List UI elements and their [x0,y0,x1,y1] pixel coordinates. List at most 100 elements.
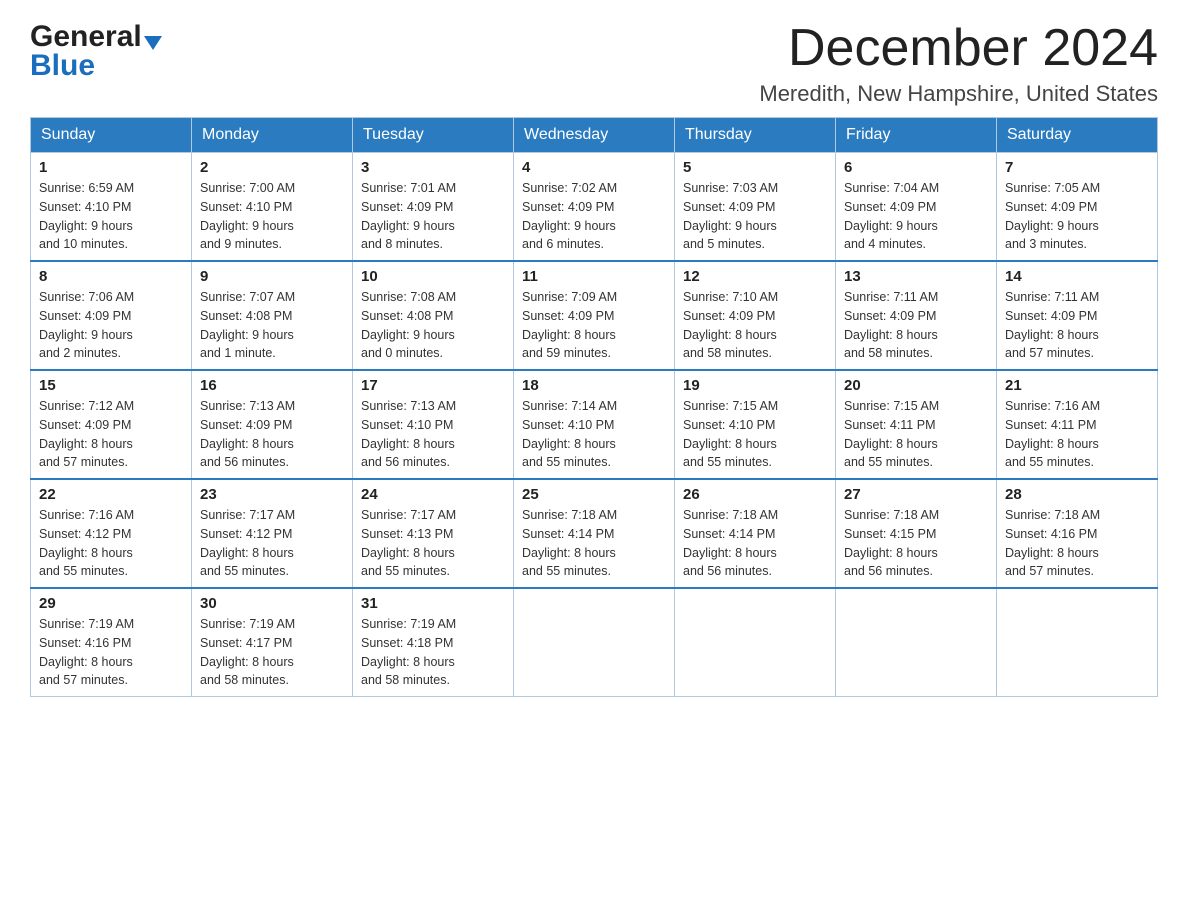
day-info: Sunrise: 7:17 AMSunset: 4:12 PMDaylight:… [200,506,344,581]
col-sunday: Sunday [31,118,192,153]
table-row: 4 Sunrise: 7:02 AMSunset: 4:09 PMDayligh… [514,153,675,262]
table-row: 3 Sunrise: 7:01 AMSunset: 4:09 PMDayligh… [353,153,514,262]
day-number: 18 [522,377,666,394]
table-row: 22 Sunrise: 7:16 AMSunset: 4:12 PMDaylig… [31,479,192,588]
table-row: 26 Sunrise: 7:18 AMSunset: 4:14 PMDaylig… [675,479,836,588]
day-number: 15 [39,377,183,394]
day-number: 24 [361,486,505,503]
calendar-week-row: 15 Sunrise: 7:12 AMSunset: 4:09 PMDaylig… [31,370,1158,479]
day-number: 29 [39,595,183,612]
day-number: 11 [522,268,666,285]
day-info: Sunrise: 7:16 AMSunset: 4:11 PMDaylight:… [1005,397,1149,472]
col-monday: Monday [192,118,353,153]
day-info: Sunrise: 7:11 AMSunset: 4:09 PMDaylight:… [1005,288,1149,363]
day-info: Sunrise: 7:18 AMSunset: 4:14 PMDaylight:… [683,506,827,581]
day-info: Sunrise: 7:15 AMSunset: 4:11 PMDaylight:… [844,397,988,472]
col-thursday: Thursday [675,118,836,153]
page-header: General Blue December 2024 Meredith, New… [30,20,1158,107]
day-info: Sunrise: 7:06 AMSunset: 4:09 PMDaylight:… [39,288,183,363]
table-row [997,588,1158,697]
day-number: 16 [200,377,344,394]
table-row: 30 Sunrise: 7:19 AMSunset: 4:17 PMDaylig… [192,588,353,697]
day-info: Sunrise: 7:19 AMSunset: 4:17 PMDaylight:… [200,615,344,690]
table-row [836,588,997,697]
day-number: 10 [361,268,505,285]
day-number: 4 [522,159,666,176]
table-row: 10 Sunrise: 7:08 AMSunset: 4:08 PMDaylig… [353,261,514,370]
month-title: December 2024 [759,20,1158,77]
table-row: 20 Sunrise: 7:15 AMSunset: 4:11 PMDaylig… [836,370,997,479]
logo: General Blue [30,20,164,82]
day-number: 2 [200,159,344,176]
day-number: 30 [200,595,344,612]
table-row: 19 Sunrise: 7:15 AMSunset: 4:10 PMDaylig… [675,370,836,479]
day-number: 9 [200,268,344,285]
day-number: 19 [683,377,827,394]
table-row: 11 Sunrise: 7:09 AMSunset: 4:09 PMDaylig… [514,261,675,370]
day-info: Sunrise: 7:00 AMSunset: 4:10 PMDaylight:… [200,179,344,254]
calendar-table: Sunday Monday Tuesday Wednesday Thursday… [30,117,1158,697]
table-row: 23 Sunrise: 7:17 AMSunset: 4:12 PMDaylig… [192,479,353,588]
day-info: Sunrise: 7:04 AMSunset: 4:09 PMDaylight:… [844,179,988,254]
day-number: 25 [522,486,666,503]
day-number: 23 [200,486,344,503]
table-row: 14 Sunrise: 7:11 AMSunset: 4:09 PMDaylig… [997,261,1158,370]
calendar-week-row: 29 Sunrise: 7:19 AMSunset: 4:16 PMDaylig… [31,588,1158,697]
table-row: 15 Sunrise: 7:12 AMSunset: 4:09 PMDaylig… [31,370,192,479]
table-row: 9 Sunrise: 7:07 AMSunset: 4:08 PMDayligh… [192,261,353,370]
day-number: 14 [1005,268,1149,285]
table-row: 28 Sunrise: 7:18 AMSunset: 4:16 PMDaylig… [997,479,1158,588]
day-number: 1 [39,159,183,176]
table-row: 2 Sunrise: 7:00 AMSunset: 4:10 PMDayligh… [192,153,353,262]
table-row: 17 Sunrise: 7:13 AMSunset: 4:10 PMDaylig… [353,370,514,479]
logo-triangle-icon [144,36,162,50]
col-tuesday: Tuesday [353,118,514,153]
day-info: Sunrise: 7:01 AMSunset: 4:09 PMDaylight:… [361,179,505,254]
day-info: Sunrise: 7:15 AMSunset: 4:10 PMDaylight:… [683,397,827,472]
calendar-week-row: 8 Sunrise: 7:06 AMSunset: 4:09 PMDayligh… [31,261,1158,370]
day-info: Sunrise: 7:12 AMSunset: 4:09 PMDaylight:… [39,397,183,472]
table-row: 18 Sunrise: 7:14 AMSunset: 4:10 PMDaylig… [514,370,675,479]
table-row: 6 Sunrise: 7:04 AMSunset: 4:09 PMDayligh… [836,153,997,262]
calendar-header-row: Sunday Monday Tuesday Wednesday Thursday… [31,118,1158,153]
day-info: Sunrise: 7:18 AMSunset: 4:16 PMDaylight:… [1005,506,1149,581]
day-info: Sunrise: 7:13 AMSunset: 4:09 PMDaylight:… [200,397,344,472]
day-number: 21 [1005,377,1149,394]
location-title: Meredith, New Hampshire, United States [759,81,1158,107]
day-number: 26 [683,486,827,503]
calendar-week-row: 1 Sunrise: 6:59 AMSunset: 4:10 PMDayligh… [31,153,1158,262]
day-info: Sunrise: 7:09 AMSunset: 4:09 PMDaylight:… [522,288,666,363]
day-info: Sunrise: 7:14 AMSunset: 4:10 PMDaylight:… [522,397,666,472]
day-info: Sunrise: 7:17 AMSunset: 4:13 PMDaylight:… [361,506,505,581]
day-number: 20 [844,377,988,394]
title-block: December 2024 Meredith, New Hampshire, U… [759,20,1158,107]
day-info: Sunrise: 7:07 AMSunset: 4:08 PMDaylight:… [200,288,344,363]
day-number: 6 [844,159,988,176]
table-row: 21 Sunrise: 7:16 AMSunset: 4:11 PMDaylig… [997,370,1158,479]
day-info: Sunrise: 7:19 AMSunset: 4:18 PMDaylight:… [361,615,505,690]
table-row: 13 Sunrise: 7:11 AMSunset: 4:09 PMDaylig… [836,261,997,370]
day-number: 27 [844,486,988,503]
day-number: 3 [361,159,505,176]
col-wednesday: Wednesday [514,118,675,153]
table-row: 1 Sunrise: 6:59 AMSunset: 4:10 PMDayligh… [31,153,192,262]
day-number: 13 [844,268,988,285]
day-info: Sunrise: 7:02 AMSunset: 4:09 PMDaylight:… [522,179,666,254]
day-number: 7 [1005,159,1149,176]
table-row: 29 Sunrise: 7:19 AMSunset: 4:16 PMDaylig… [31,588,192,697]
table-row: 8 Sunrise: 7:06 AMSunset: 4:09 PMDayligh… [31,261,192,370]
day-number: 17 [361,377,505,394]
day-info: Sunrise: 7:18 AMSunset: 4:15 PMDaylight:… [844,506,988,581]
day-info: Sunrise: 7:18 AMSunset: 4:14 PMDaylight:… [522,506,666,581]
calendar-week-row: 22 Sunrise: 7:16 AMSunset: 4:12 PMDaylig… [31,479,1158,588]
day-info: Sunrise: 7:05 AMSunset: 4:09 PMDaylight:… [1005,179,1149,254]
day-number: 12 [683,268,827,285]
col-saturday: Saturday [997,118,1158,153]
day-info: Sunrise: 7:16 AMSunset: 4:12 PMDaylight:… [39,506,183,581]
table-row: 5 Sunrise: 7:03 AMSunset: 4:09 PMDayligh… [675,153,836,262]
col-friday: Friday [836,118,997,153]
day-number: 31 [361,595,505,612]
table-row: 31 Sunrise: 7:19 AMSunset: 4:18 PMDaylig… [353,588,514,697]
day-info: Sunrise: 6:59 AMSunset: 4:10 PMDaylight:… [39,179,183,254]
day-info: Sunrise: 7:19 AMSunset: 4:16 PMDaylight:… [39,615,183,690]
